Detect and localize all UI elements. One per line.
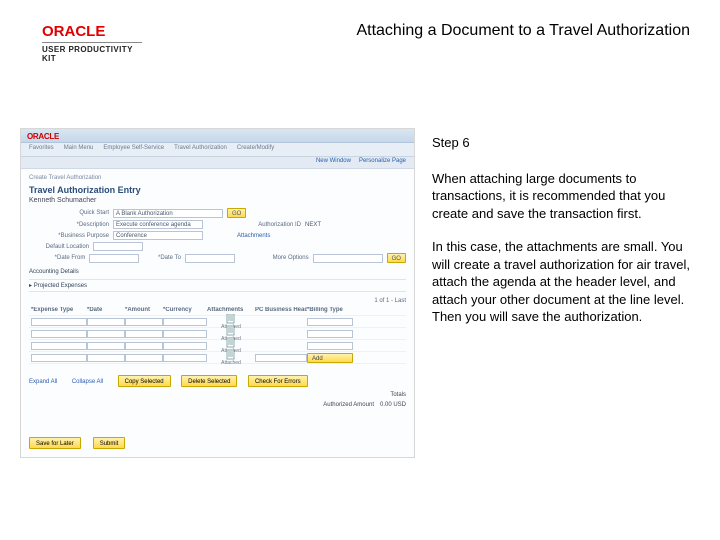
- quick-start-select[interactable]: A Blank Authorization: [113, 209, 223, 218]
- breadcrumb-bar: Favorites Main Menu Employee Self-Servic…: [21, 143, 414, 157]
- totals-row: Totals: [29, 392, 406, 398]
- date-from-input[interactable]: [89, 254, 139, 263]
- attach-icon[interactable]: [226, 338, 236, 348]
- step-number: Step 6: [432, 134, 692, 152]
- document-title: Attaching a Document to a Travel Authori…: [356, 22, 690, 40]
- app-body: Create Travel Authorization Travel Autho…: [21, 169, 414, 457]
- currency-input[interactable]: [163, 318, 207, 326]
- page-crumb: Create Travel Authorization: [29, 175, 406, 181]
- employee-name: Kenneth Schumacher: [29, 197, 406, 204]
- col-expense-type: *Expense Type: [29, 307, 87, 313]
- default-loc-label: Default Location: [29, 244, 89, 250]
- auth-amount-value: 0.00 USD: [380, 402, 406, 408]
- product-subtitle: USER PRODUCTIVITY KIT: [42, 42, 142, 63]
- col-date: *Date: [87, 307, 125, 313]
- col-pc: PC Business Head: [255, 307, 307, 313]
- date-to-input[interactable]: [185, 254, 235, 263]
- authid-label: Authorization ID: [241, 222, 301, 228]
- crumb[interactable]: Create/Modify: [237, 145, 274, 154]
- go-button[interactable]: GO: [227, 208, 246, 218]
- footer-actions: Save for Later Submit: [29, 437, 406, 449]
- save-later-button[interactable]: Save for Later: [29, 437, 81, 449]
- date-input[interactable]: [87, 342, 125, 350]
- app-titlebar: [21, 129, 414, 143]
- expand-all-link[interactable]: Expand All: [29, 379, 57, 385]
- biz-purpose-select[interactable]: Conference: [113, 231, 203, 240]
- attach-icon[interactable]: [226, 350, 236, 360]
- date-to-label: *Date To: [143, 255, 181, 261]
- amount-input[interactable]: [125, 318, 163, 326]
- amount-input[interactable]: [125, 354, 163, 362]
- currency-input[interactable]: [163, 342, 207, 350]
- attach-icon[interactable]: [226, 326, 236, 336]
- pc-input[interactable]: [255, 354, 307, 362]
- totals-label: Totals: [390, 392, 406, 398]
- crumb[interactable]: Favorites: [29, 145, 54, 154]
- oracle-logo: ORACLE: [42, 22, 142, 40]
- table-row: Attached Add: [29, 352, 406, 364]
- date-input[interactable]: [87, 330, 125, 338]
- instruction-panel: Step 6 When attaching large documents to…: [432, 134, 692, 342]
- new-window-link[interactable]: New Window: [316, 158, 351, 167]
- svg-text:ORACLE: ORACLE: [42, 23, 105, 40]
- default-loc-input[interactable]: [93, 242, 143, 251]
- app-screenshot: ORACLE Favorites Main Menu Employee Self…: [20, 128, 415, 458]
- biz-purpose-label: *Business Purpose: [29, 233, 109, 239]
- brand-block: ORACLE USER PRODUCTIVITY KIT: [42, 22, 142, 63]
- copy-selected-button[interactable]: Copy Selected: [118, 375, 171, 387]
- app-toolbar: New Window Personalize Page: [21, 157, 414, 169]
- col-currency: *Currency: [163, 307, 207, 313]
- auth-amount-label: Authorized Amount: [323, 402, 374, 408]
- accounting-details: Accounting Details: [29, 269, 406, 275]
- date-input[interactable]: [87, 318, 125, 326]
- exp-type-input[interactable]: [31, 354, 87, 362]
- attach-label: Attached: [207, 360, 255, 366]
- crumb[interactable]: Travel Authorization: [174, 145, 227, 154]
- exp-type-input[interactable]: [31, 318, 87, 326]
- billing-input[interactable]: [307, 318, 353, 326]
- go-button-2[interactable]: GO: [387, 253, 406, 263]
- date-from-label: *Date From: [29, 255, 85, 261]
- amount-input[interactable]: [125, 330, 163, 338]
- add-line-button[interactable]: Add: [307, 353, 353, 363]
- description-input[interactable]: Execute conference agenda: [113, 220, 203, 229]
- delete-selected-button[interactable]: Delete Selected: [181, 375, 237, 387]
- col-billing: *Billing Type: [307, 307, 353, 313]
- attachments-link[interactable]: Attachments: [237, 233, 270, 239]
- collapse-all-link[interactable]: Collapse All: [72, 379, 103, 385]
- slide: ORACLE USER PRODUCTIVITY KIT Attaching a…: [0, 0, 720, 540]
- check-errors-button[interactable]: Check For Errors: [248, 375, 308, 387]
- exp-type-input[interactable]: [31, 342, 87, 350]
- expenses-section: ▸ Projected Expenses: [29, 279, 406, 292]
- attach-icon[interactable]: [226, 314, 236, 324]
- col-attachments: Attachments: [207, 307, 255, 313]
- expenses-toggle[interactable]: ▸: [29, 283, 32, 289]
- date-input[interactable]: [87, 354, 125, 362]
- more-options-select[interactable]: [313, 254, 383, 263]
- currency-input[interactable]: [163, 354, 207, 362]
- authid-value: NEXT: [305, 222, 321, 228]
- billing-input[interactable]: [307, 342, 353, 350]
- quick-start-label: Quick Start: [29, 210, 109, 216]
- exp-type-input[interactable]: [31, 330, 87, 338]
- col-amount: *Amount: [125, 307, 163, 313]
- page-title: Travel Authorization Entry: [29, 185, 406, 195]
- crumb[interactable]: Main Menu: [64, 145, 94, 154]
- app-logo: ORACLE: [27, 132, 59, 141]
- submit-button[interactable]: Submit: [93, 437, 126, 449]
- instruction-paragraph: When attaching large documents to transa…: [432, 170, 692, 223]
- currency-input[interactable]: [163, 330, 207, 338]
- description-label: *Description: [29, 222, 109, 228]
- slide-header: ORACLE USER PRODUCTIVITY KIT Attaching a…: [42, 22, 690, 58]
- amount-input[interactable]: [125, 342, 163, 350]
- personalize-link[interactable]: Personalize Page: [359, 158, 406, 167]
- crumb[interactable]: Employee Self-Service: [103, 145, 164, 154]
- more-options-label: More Options: [262, 255, 309, 261]
- instruction-paragraph: In this case, the attachments are small.…: [432, 238, 692, 326]
- billing-input[interactable]: [307, 330, 353, 338]
